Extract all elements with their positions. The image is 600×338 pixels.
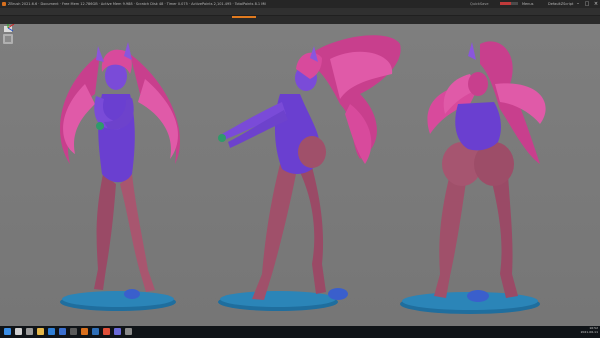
shelf-strip xyxy=(0,16,600,24)
maximize-button[interactable]: □ xyxy=(583,0,591,8)
task-view-icon[interactable] xyxy=(26,328,33,335)
close-button[interactable]: × xyxy=(592,0,600,8)
navigation-gizmo-icon[interactable] xyxy=(0,24,16,46)
chrome-icon[interactable] xyxy=(103,328,110,335)
quicksave-button[interactable]: QuickSave xyxy=(470,0,489,8)
clock-date: 2021-06-11 xyxy=(580,330,598,334)
app-icon[interactable] xyxy=(125,328,132,335)
mail-icon[interactable] xyxy=(59,328,66,335)
document-canvas[interactable] xyxy=(0,24,600,326)
menu-bar: AlphaBrushColorDocumentDrawDynamicsEditF… xyxy=(0,8,600,24)
zbrush-logo-icon xyxy=(2,2,6,6)
start-icon[interactable] xyxy=(4,328,11,335)
figure-front xyxy=(60,42,180,311)
sculpt-viewport[interactable] xyxy=(0,24,600,326)
zbrush-icon[interactable] xyxy=(81,328,88,335)
system-clock[interactable]: 16:52 2021-06-11 xyxy=(566,326,600,338)
title-bar: ZBrush 2021.6.6 · Document · Free Mem 12… xyxy=(0,0,600,8)
window-title: ZBrush 2021.6.6 · Document · Free Mem 12… xyxy=(8,2,267,6)
active-tab-indicator xyxy=(232,16,256,18)
memory-meter xyxy=(500,2,518,5)
store-icon[interactable] xyxy=(70,328,77,335)
windows-taskbar: 16:52 2021-06-11 xyxy=(0,326,600,338)
default-zscript-button[interactable]: DefaultZScript xyxy=(548,0,573,8)
figure-side xyxy=(218,35,401,311)
browser-icon[interactable] xyxy=(48,328,55,335)
menus-toggle[interactable]: Menus xyxy=(522,0,533,8)
search-icon[interactable] xyxy=(15,328,22,335)
minimize-button[interactable]: – xyxy=(574,0,582,8)
figure-back xyxy=(400,41,546,314)
discord-icon[interactable] xyxy=(114,328,121,335)
explorer-icon[interactable] xyxy=(37,328,44,335)
photoshop-icon[interactable] xyxy=(92,328,99,335)
